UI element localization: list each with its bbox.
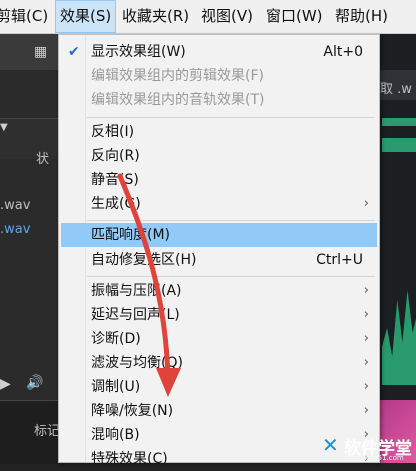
menu-item-label: 静音(S) bbox=[91, 172, 139, 188]
menu-item-auto-heal[interactable]: 自动修复选区(H) Ctrl+U bbox=[61, 248, 377, 272]
menu-item-label: 编辑效果组内的剪辑效果(F) bbox=[91, 68, 264, 84]
menu-item-label: 延迟与回声(L) bbox=[91, 307, 180, 323]
menu-item-label: 混响(B) bbox=[91, 427, 140, 443]
menu-item-edit-track-effects: 编辑效果组内的音轨效果(T) bbox=[61, 88, 377, 112]
menu-item-label: 反相(I) bbox=[91, 124, 135, 140]
menu-item-label: 自动修复选区(H) bbox=[91, 252, 197, 268]
editor-tab-label[interactable]: 取 .w bbox=[380, 78, 412, 97]
menu-item-show-effects-rack[interactable]: ✔ 显示效果组(W) Alt+0 bbox=[61, 40, 377, 64]
files-tab-label[interactable]: 状 bbox=[36, 148, 49, 167]
waveform-segment bbox=[382, 138, 416, 152]
menu-item-label: 降噪/恢复(N) bbox=[91, 403, 174, 419]
menu-effects[interactable]: 效果(S) bbox=[55, 0, 117, 33]
menu-help[interactable]: 帮助(H) bbox=[331, 0, 392, 33]
submenu-arrow-icon: › bbox=[363, 283, 369, 298]
workspace-icon[interactable]: ▦ bbox=[34, 44, 47, 60]
menu-item-label: 振幅与压限(A) bbox=[91, 283, 182, 299]
menu-item-diagnostics[interactable]: 诊断(D) › bbox=[61, 327, 377, 351]
menu-item-label: 显示效果组(W) bbox=[91, 44, 186, 60]
watermark: ✕ 软件学堂 www.xue51.com bbox=[322, 432, 416, 463]
menu-item-edit-clip-effects: 编辑效果组内的剪辑效果(F) bbox=[61, 64, 377, 88]
menu-item-modulation[interactable]: 调制(U) › bbox=[61, 375, 377, 399]
menu-item-generate[interactable]: 生成(G) › bbox=[61, 192, 377, 216]
file-item-2[interactable]: .wav bbox=[0, 222, 30, 237]
menu-view[interactable]: 视图(V) bbox=[197, 0, 257, 33]
left-panel bbox=[0, 34, 58, 463]
menu-item-label: 生成(G) bbox=[91, 196, 141, 212]
submenu-arrow-icon: › bbox=[363, 403, 369, 418]
menu-window[interactable]: 窗口(W) bbox=[262, 0, 327, 33]
submenu-arrow-icon: › bbox=[363, 307, 369, 322]
menu-item-invert[interactable]: 反相(I) bbox=[61, 120, 377, 144]
menu-item-silence[interactable]: 静音(S) bbox=[61, 168, 377, 192]
file-item-1[interactable]: .wav bbox=[0, 198, 30, 213]
submenu-arrow-icon: › bbox=[363, 355, 369, 370]
menu-item-match-loudness[interactable]: 匹配响度(M) bbox=[61, 223, 377, 247]
watermark-subtitle: www.xue51.com bbox=[346, 454, 404, 462]
menu-favorites[interactable]: 收藏夹(R) bbox=[118, 0, 193, 33]
menu-item-shortcut: Alt+0 bbox=[323, 44, 363, 60]
menu-bar: 剪辑(C) 效果(S) 收藏夹(R) 视图(V) 窗口(W) 帮助(H) bbox=[0, 0, 416, 34]
menu-edit[interactable]: 剪辑(C) bbox=[0, 0, 52, 33]
menu-item-label: 特殊效果(C) bbox=[91, 451, 168, 467]
dropdown-arrow-icon[interactable]: ▼ bbox=[0, 122, 8, 133]
effects-dropdown-menu: ✔ 显示效果组(W) Alt+0 编辑效果组内的剪辑效果(F) 编辑效果组内的音… bbox=[58, 34, 380, 467]
files-tab-header bbox=[0, 118, 58, 159]
menu-item-label: 反向(R) bbox=[91, 148, 140, 164]
menu-item-label: 诊断(D) bbox=[91, 331, 141, 347]
menu-separator bbox=[87, 117, 375, 118]
menu-item-label: 滤波与均衡(Q) bbox=[91, 355, 183, 371]
menu-item-noise-reduction[interactable]: 降噪/恢复(N) › bbox=[61, 399, 377, 423]
play-icon[interactable]: ▶ bbox=[0, 376, 11, 392]
markers-tab-label[interactable]: 标记 bbox=[34, 420, 60, 439]
menu-item-reverse[interactable]: 反向(R) bbox=[61, 144, 377, 168]
speaker-icon[interactable]: 🔊 bbox=[26, 375, 43, 391]
menu-item-label: 调制(U) bbox=[91, 379, 141, 395]
watermark-logo-icon: ✕ bbox=[322, 433, 339, 457]
menu-item-amplitude-compression[interactable]: 振幅与压限(A) › bbox=[61, 279, 377, 303]
submenu-arrow-icon: › bbox=[363, 379, 369, 394]
menu-item-label: 编辑效果组内的音轨效果(T) bbox=[91, 92, 265, 108]
menu-item-label: 匹配响度(M) bbox=[91, 227, 171, 243]
submenu-arrow-icon: › bbox=[363, 331, 369, 346]
menu-item-shortcut: Ctrl+U bbox=[316, 252, 363, 268]
menu-item-filter-eq[interactable]: 滤波与均衡(Q) › bbox=[61, 351, 377, 375]
menu-separator bbox=[87, 220, 375, 221]
menu-separator bbox=[87, 276, 375, 277]
menu-item-delay-echo[interactable]: 延迟与回声(L) › bbox=[61, 303, 377, 327]
submenu-arrow-icon: › bbox=[363, 196, 369, 211]
waveform-segment bbox=[382, 118, 416, 126]
checkmark-icon: ✔ bbox=[68, 44, 80, 60]
